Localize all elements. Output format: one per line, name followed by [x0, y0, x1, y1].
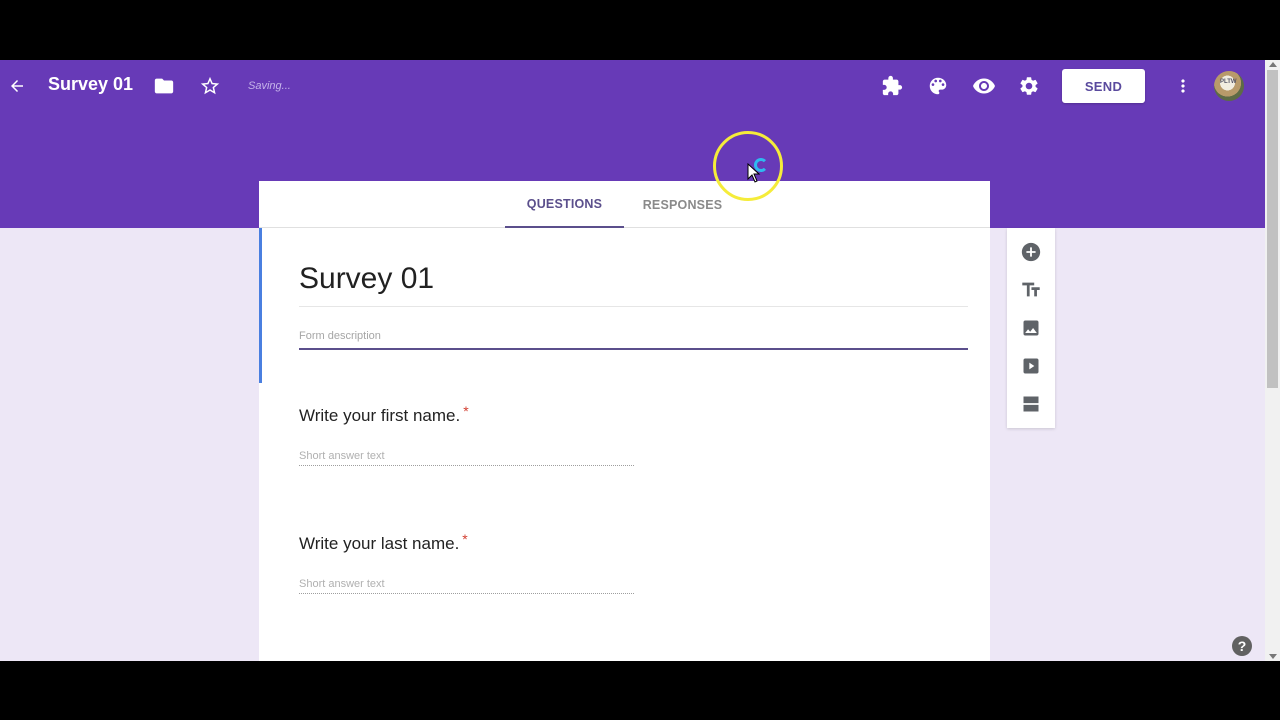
palette-icon — [929, 77, 947, 95]
scroll-up-arrow-icon[interactable] — [1269, 62, 1277, 67]
add-image-icon — [1023, 320, 1039, 336]
customize-theme-button[interactable] — [922, 70, 954, 102]
question-title-text: Write your first name. — [299, 406, 461, 425]
more-vert-icon — [1181, 79, 1185, 93]
description-focus-underline — [299, 348, 968, 350]
account-avatar[interactable]: PLTW — [1214, 71, 1244, 101]
add-video-button[interactable] — [1019, 354, 1043, 378]
star-icon — [200, 76, 220, 95]
title-underline — [299, 306, 968, 307]
scrollbar-thumb[interactable] — [1267, 70, 1278, 388]
addons-icon — [882, 75, 903, 96]
question-item[interactable]: Write your first name. * Short answer tex… — [299, 403, 639, 466]
eye-icon — [973, 78, 995, 94]
question-title-text: Write your last name. — [299, 534, 460, 553]
short-answer-field: Short answer text — [299, 450, 634, 466]
page-scrollbar[interactable] — [1265, 60, 1280, 661]
question-item[interactable]: Write your last name. * Short answer text — [299, 531, 639, 594]
add-question-icon — [1021, 242, 1041, 262]
addons-button[interactable] — [876, 70, 908, 102]
forms-editor: Survey 01 Saving... SEND PLTW QUESTIONS … — [0, 60, 1265, 661]
add-question-button[interactable] — [1019, 240, 1043, 264]
gear-icon — [1020, 77, 1038, 95]
top-app-bar: Survey 01 Saving... SEND PLTW — [0, 60, 1265, 112]
video-letterbox-top — [0, 0, 1280, 60]
required-asterisk: * — [463, 403, 469, 419]
question-title: Write your first name. * — [299, 403, 639, 426]
add-video-icon — [1023, 358, 1039, 374]
avatar-label: PLTW — [1220, 79, 1237, 85]
save-status: Saving... — [248, 80, 291, 92]
settings-button[interactable] — [1013, 70, 1045, 102]
short-answer-field: Short answer text — [299, 578, 634, 594]
folder-icon — [154, 78, 174, 94]
back-button[interactable] — [1, 70, 33, 102]
side-toolbar — [1007, 228, 1055, 428]
help-button[interactable]: ? — [1232, 636, 1252, 656]
editor-tabs: QUESTIONS RESPONSES — [259, 181, 990, 228]
tab-questions[interactable]: QUESTIONS — [505, 181, 624, 228]
add-section-button[interactable] — [1019, 392, 1043, 416]
form-title-input[interactable]: Survey 01 — [299, 262, 434, 296]
tab-responses[interactable]: RESPONSES — [624, 181, 741, 228]
video-letterbox-bottom — [0, 661, 1280, 720]
star-button[interactable] — [194, 70, 226, 102]
add-title-button[interactable] — [1019, 278, 1043, 302]
app-title[interactable]: Survey 01 — [48, 74, 133, 95]
more-options-button[interactable] — [1167, 70, 1199, 102]
form-card: Survey 01 Form description Write your fi… — [259, 228, 990, 661]
back-arrow-icon — [11, 80, 23, 92]
preview-button[interactable] — [968, 70, 1000, 102]
move-to-folder-button[interactable] — [148, 70, 180, 102]
scroll-down-arrow-icon[interactable] — [1269, 654, 1277, 659]
form-description-input[interactable]: Form description — [299, 330, 381, 342]
form-header-section[interactable]: Survey 01 Form description — [259, 228, 990, 383]
send-button[interactable]: SEND — [1062, 69, 1145, 103]
question-title: Write your last name. * — [299, 531, 639, 554]
add-title-icon — [1022, 282, 1040, 297]
add-image-button[interactable] — [1019, 316, 1043, 340]
required-asterisk: * — [462, 531, 468, 547]
add-section-icon — [1023, 396, 1039, 412]
